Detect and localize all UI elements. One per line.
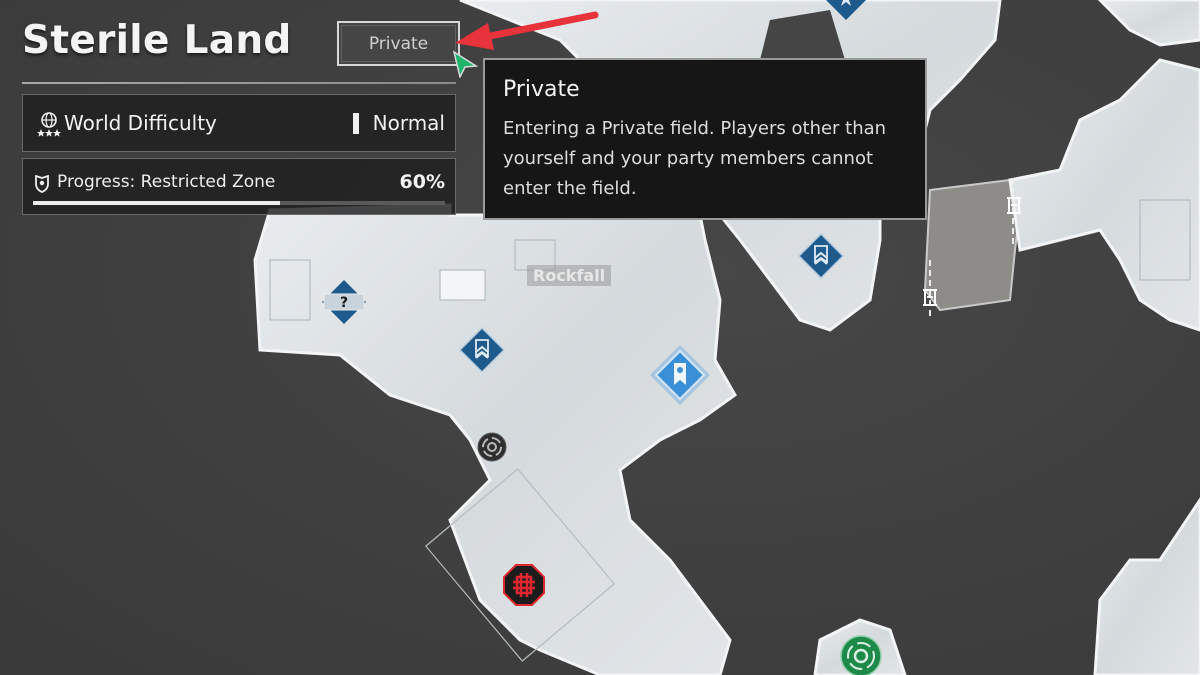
waypoint-chevron-icon[interactable] — [826, 0, 866, 20]
zone-progress-label: Progress: Restricted Zone — [57, 172, 276, 192]
zone-progress-panel[interactable]: Progress: Restricted Zone 60% — [22, 158, 456, 215]
teleport-green-icon[interactable] — [840, 635, 882, 675]
zone-progress-fill — [33, 201, 281, 205]
location-label-rockfall[interactable]: Rockfall — [527, 265, 612, 286]
zone-progress-percent: 60% — [399, 171, 445, 193]
globe-stars-icon — [37, 112, 61, 137]
world-difficulty-panel[interactable]: World Difficulty Normal — [22, 94, 456, 152]
svg-text:?: ? — [340, 295, 348, 311]
mouse-cursor-icon — [452, 50, 478, 78]
active-quest-banner-icon[interactable] — [648, 343, 712, 407]
boss-red-icon[interactable] — [502, 563, 546, 607]
gate-icon[interactable] — [1006, 196, 1022, 214]
field-mode-button[interactable]: Private — [337, 21, 460, 66]
world-difficulty-value: Normal — [372, 111, 445, 135]
shield-badge-icon — [35, 175, 49, 193]
world-difficulty-label: World Difficulty — [64, 111, 217, 135]
tooltip-title: Private — [503, 77, 580, 102]
waypoint-chevron-icon[interactable] — [458, 326, 506, 374]
field-mode-tooltip: Private Entering a Private field. Player… — [483, 58, 927, 220]
header-divider — [22, 82, 456, 84]
tooltip-body: Entering a Private field. Players other … — [503, 118, 887, 199]
region-title: Sterile Land — [22, 18, 292, 63]
mystery-question-icon[interactable]: ? — [320, 278, 368, 326]
dungeon-ring-icon[interactable] — [477, 432, 507, 462]
gate-icon[interactable] — [922, 288, 938, 306]
zone-progress-track — [33, 201, 445, 205]
difficulty-level-bar — [353, 113, 359, 134]
field-mode-label: Private — [368, 33, 429, 54]
waypoint-chevron-icon[interactable] — [797, 232, 845, 280]
